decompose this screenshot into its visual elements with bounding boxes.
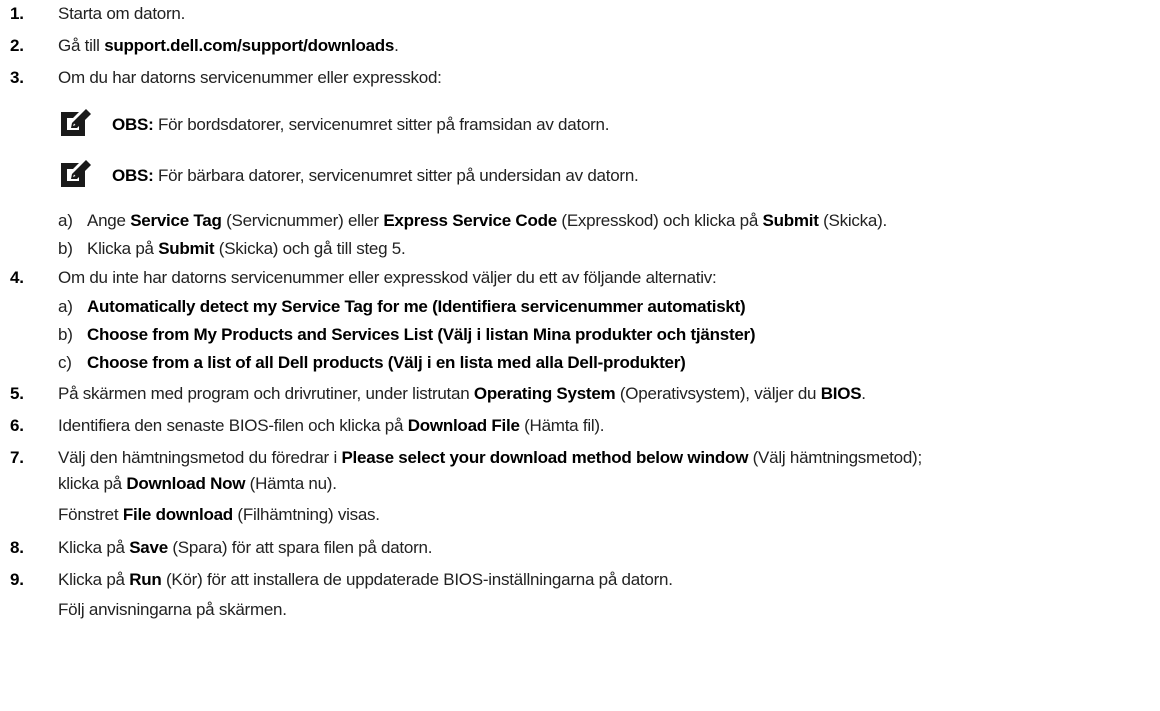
substep-label: b): [58, 239, 73, 258]
step-number: 7.: [10, 448, 24, 467]
step-number: 8.: [10, 538, 24, 557]
step-number: 3.: [10, 68, 24, 87]
pencil-note-icon: [61, 109, 91, 136]
step-number: 4.: [10, 268, 24, 287]
step-number: 5.: [10, 384, 24, 403]
note-label: OBS:: [112, 166, 154, 185]
option-my-products[interactable]: Choose from My Products and Services Lis…: [87, 325, 756, 345]
step-text: Om du inte har datorns servicenummer ell…: [58, 268, 717, 287]
substep-label: c): [58, 353, 72, 372]
option-auto-detect[interactable]: Automatically detect my Service Tag for …: [87, 297, 746, 317]
step-number: 6.: [10, 416, 24, 435]
step-number: 2.: [10, 36, 24, 55]
step-number: 1.: [10, 4, 24, 23]
bios-update-instructions: 1. Starta om datorn. 2. Gå till support.…: [10, 4, 922, 619]
substep-label: a): [58, 297, 73, 316]
note-label: OBS:: [112, 115, 154, 134]
note-text: För bordsdatorer, servicenumret sitter p…: [153, 115, 610, 134]
pencil-note-icon: [61, 160, 91, 187]
support-link[interactable]: support.dell.com/support/downloads: [104, 36, 394, 55]
step-text: Om du har datorns servicenummer eller ex…: [58, 68, 442, 87]
step-number: 9.: [10, 570, 24, 589]
note-text: För bärbara datorer, servicenumret sitte…: [153, 166, 639, 185]
step-text: Följ anvisningarna på skärmen.: [58, 600, 287, 619]
substep-label: b): [58, 325, 73, 344]
step-text: Starta om datorn.: [58, 4, 186, 23]
substep-label: a): [58, 211, 73, 230]
option-all-products[interactable]: Choose from a list of all Dell products …: [87, 353, 686, 373]
